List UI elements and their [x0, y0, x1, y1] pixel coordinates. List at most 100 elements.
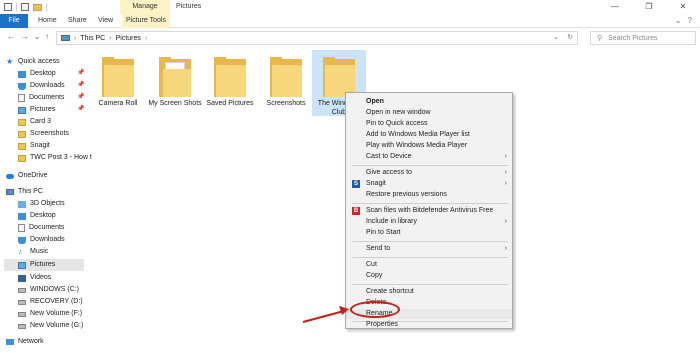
nav-item-label: Pictures [30, 106, 56, 113]
nav-item-label: Downloads [30, 82, 65, 89]
menu-item-pin-quick-access[interactable]: Pin to Quick access [346, 119, 512, 129]
menu-item-snagit[interactable]: S Snagit › [346, 179, 512, 189]
properties-icon[interactable] [21, 3, 29, 11]
tab-home[interactable]: Home [38, 14, 57, 28]
nav-item-documents[interactable]: Documents [18, 92, 64, 104]
folder-icon [214, 57, 246, 97]
contextual-tab-manage[interactable]: Manage [120, 0, 170, 14]
minimize-icon[interactable]: — [598, 0, 632, 14]
navigation-pane: ★ Quick access Desktop 📌 Downloads 📌 Doc… [0, 52, 92, 353]
menu-item-properties[interactable]: Properties [346, 320, 512, 330]
nav-item-snagit[interactable]: Snagit [18, 140, 50, 152]
folder-camera-roll[interactable]: Camera Roll [90, 54, 146, 108]
menu-item-open-new-window[interactable]: Open in new window [346, 108, 512, 118]
menu-item-send-to[interactable]: Send to › [346, 244, 512, 254]
nav-item-downloads[interactable]: Downloads [18, 80, 65, 92]
folder-my-screen-shots[interactable]: My Screen Shots [146, 54, 204, 108]
chevron-right-icon[interactable]: › [109, 35, 111, 42]
menu-item-play-wmp[interactable]: Play with Windows Media Player [346, 141, 512, 151]
nav-item-downloads-pc[interactable]: Downloads [18, 234, 65, 246]
menu-item-give-access[interactable]: Give access to › [346, 168, 512, 178]
folder-label: Camera Roll [98, 100, 138, 107]
refresh-icon[interactable]: ↻ [567, 33, 573, 41]
ribbon-tabs: File Home Share View Picture Tools ⌄ ? [0, 14, 700, 28]
pin-icon: 📌 [77, 70, 85, 76]
menu-item-copy[interactable]: Copy [346, 271, 512, 281]
nav-item-twc-post[interactable]: TWC Post 3 - How t [18, 152, 92, 164]
download-icon [18, 82, 26, 90]
nav-item-3d-objects[interactable]: 3D Objects [18, 198, 65, 210]
menu-item-cast-to-device[interactable]: Cast to Device › [346, 152, 512, 162]
nav-item-videos[interactable]: Videos [18, 272, 51, 284]
toolbar-divider [16, 3, 17, 11]
nav-item-pictures[interactable]: Pictures [4, 259, 84, 271]
menu-item-cut[interactable]: Cut [346, 260, 512, 270]
pictures-icon [18, 106, 26, 114]
forward-arrow-icon[interactable]: → [20, 32, 30, 42]
nav-item-drive-f[interactable]: New Volume (F:) [18, 308, 82, 320]
folder-screenshots[interactable]: Screenshots [258, 54, 314, 108]
submenu-arrow-icon: › [504, 153, 507, 160]
submenu-arrow-icon: › [504, 169, 507, 176]
folder-icon [323, 57, 355, 97]
tab-view[interactable]: View [98, 14, 113, 28]
nav-item-label: 3D Objects [30, 200, 65, 207]
recent-locations-chevron-icon[interactable]: ⌄ [32, 32, 42, 42]
menu-item-include-library[interactable]: Include in library › [346, 217, 512, 227]
toolbar-divider [46, 3, 47, 11]
nav-item-documents-pc[interactable]: Documents [18, 222, 64, 234]
chevron-right-icon[interactable]: › [74, 35, 76, 42]
tab-share[interactable]: Share [68, 14, 87, 28]
nav-item-onedrive[interactable]: OneDrive [6, 170, 48, 182]
nav-item-quick-access[interactable]: ★ Quick access [6, 56, 60, 68]
address-dropdown-icon[interactable]: ⌄ [553, 33, 559, 41]
tab-picture-tools[interactable]: Picture Tools [122, 14, 170, 28]
nav-item-network[interactable]: Network [6, 336, 44, 348]
menu-item-bitdefender-scan[interactable]: B Scan files with Bitdefender Antivirus F… [346, 206, 512, 216]
search-placeholder: Search Pictures [608, 34, 658, 42]
breadcrumb-pictures[interactable]: Pictures [116, 35, 141, 42]
3d-objects-icon [18, 200, 26, 208]
folder-icon [18, 142, 26, 150]
help-icon[interactable]: ? [688, 16, 692, 26]
chevron-right-icon[interactable]: › [145, 35, 147, 42]
menu-item-open[interactable]: Open [346, 97, 512, 107]
close-icon[interactable]: ✕ [666, 0, 700, 14]
up-arrow-icon[interactable]: ↑ [42, 32, 52, 42]
nav-item-label: Desktop [30, 212, 56, 219]
window-controls: — ❐ ✕ [598, 0, 700, 14]
nav-item-music[interactable]: ♪ Music [18, 246, 48, 258]
network-icon [6, 339, 14, 345]
back-arrow-icon[interactable]: ← [6, 32, 16, 42]
nav-item-pictures-quick[interactable]: Pictures [18, 104, 55, 116]
nav-item-card-3[interactable]: Card 3 [18, 116, 51, 128]
nav-item-label: Downloads [30, 236, 65, 243]
menu-item-pin-start[interactable]: Pin to Start [346, 228, 512, 238]
nav-item-label: Music [30, 248, 49, 255]
chevron-down-icon[interactable]: ⌄ [675, 16, 682, 26]
menu-item-restore-previous[interactable]: Restore previous versions [346, 190, 512, 200]
breadcrumb-this-pc[interactable]: This PC [80, 35, 105, 42]
nav-item-label: TWC Post 3 - How t [30, 154, 92, 161]
menu-item-add-wmp-list[interactable]: Add to Windows Media Player list [346, 130, 512, 140]
nav-item-drive-c[interactable]: WINDOWS (C:) [18, 284, 79, 296]
new-folder-icon[interactable] [33, 3, 42, 11]
nav-item-drive-g[interactable]: New Volume (G:) [18, 320, 83, 332]
address-bar[interactable]: › This PC › Pictures › ⌄ ↻ [56, 31, 578, 45]
nav-item-drive-d[interactable]: RECOVERY (D:) [18, 296, 83, 308]
pin-icon: 📌 [77, 106, 85, 112]
menu-item-create-shortcut[interactable]: Create shortcut [346, 287, 512, 297]
submenu-arrow-icon: › [504, 218, 507, 225]
search-input[interactable]: ⚲ Search Pictures [590, 31, 696, 45]
tab-file[interactable]: File [0, 14, 28, 28]
nav-item-label: Pictures [30, 261, 56, 268]
nav-item-screenshots[interactable]: Screenshots [18, 128, 69, 140]
download-icon [18, 236, 26, 244]
drive-icon [18, 287, 26, 293]
nav-item-this-pc[interactable]: This PC [6, 186, 43, 198]
folder-saved-pictures[interactable]: Saved Pictures [202, 54, 258, 108]
nav-item-desktop-pc[interactable]: Desktop [18, 210, 56, 222]
nav-item-desktop[interactable]: Desktop [18, 68, 56, 80]
maximize-icon[interactable]: ❐ [632, 0, 666, 14]
menu-separator [352, 203, 508, 204]
